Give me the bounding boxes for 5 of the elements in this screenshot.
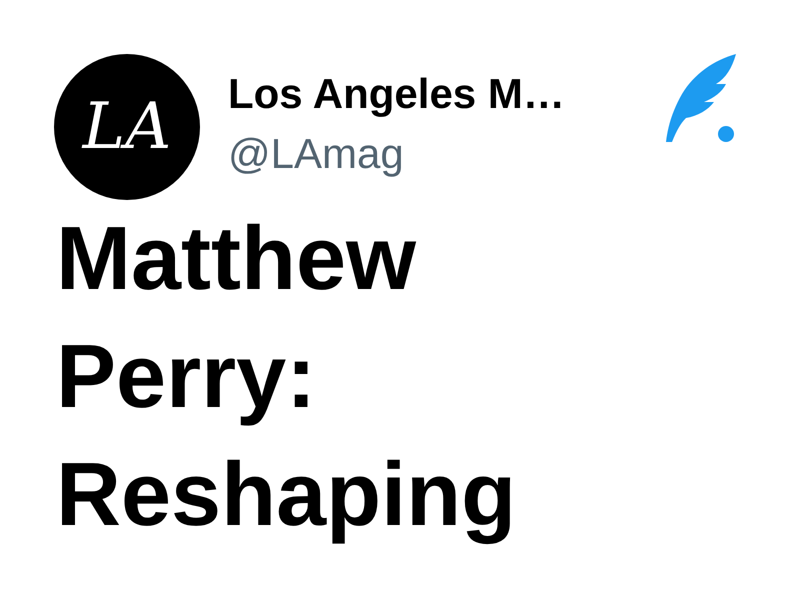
account-name: Los Angeles M… [228,69,566,119]
account-handle: @LAmag [228,129,405,179]
headline: Matthew Perry: Reshaping [55,208,518,547]
avatar-logo: LA [54,54,200,200]
quill-icon [664,54,738,144]
